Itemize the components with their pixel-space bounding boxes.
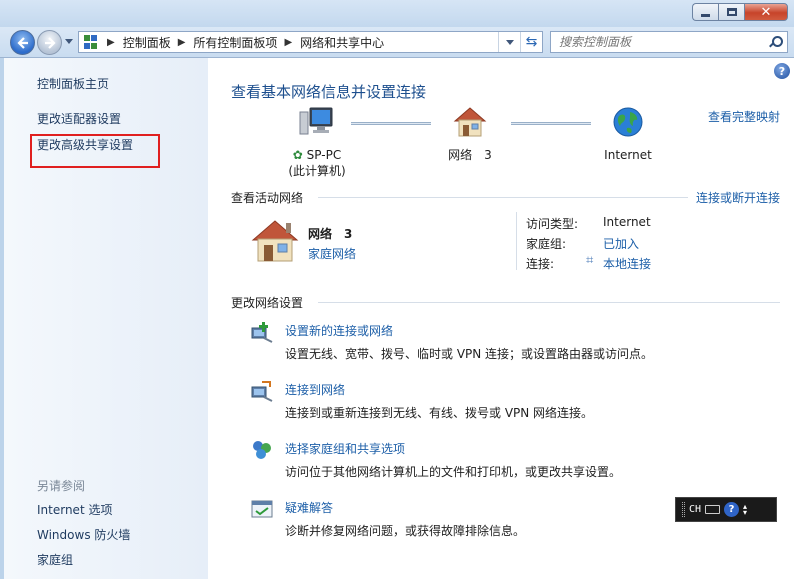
- troubleshoot-link[interactable]: 疑难解答: [285, 499, 333, 516]
- highlight-annotation: [30, 134, 160, 168]
- search-icon[interactable]: [769, 36, 783, 48]
- active-network-name: 网络 3: [308, 227, 353, 241]
- windows-firewall-link[interactable]: Windows 防火墙: [37, 526, 130, 543]
- change-adapter-settings-link[interactable]: 更改适配器设置: [37, 110, 121, 127]
- active-networks-heading: 查看活动网络: [231, 191, 304, 205]
- map-node-network: 网络 3: [430, 106, 510, 163]
- computer-icon: [299, 107, 333, 135]
- help-icon[interactable]: ?: [774, 63, 790, 79]
- computer-subtitle: (此计算机): [288, 164, 346, 178]
- title-bar: ✕: [0, 0, 794, 27]
- map-node-internet: Internet: [590, 106, 666, 163]
- keyboard-icon[interactable]: [705, 505, 721, 514]
- chevron-right-icon[interactable]: ▶: [107, 37, 115, 48]
- network-type-link[interactable]: 家庭网络: [308, 245, 356, 262]
- arrow-left-icon: [16, 36, 28, 49]
- breadcrumb-control-panel[interactable]: 控制面板: [123, 34, 171, 51]
- connection-line: [351, 122, 431, 125]
- access-type-label: 访问类型:: [526, 217, 579, 231]
- connect-disconnect-link[interactable]: 连接或断开连接: [696, 189, 780, 206]
- connect-to-network-desc: 连接到或重新连接到无线、有线、拨号或 VPN 网络连接。: [285, 406, 594, 420]
- close-button[interactable]: ✕: [744, 3, 788, 21]
- arrow-right-icon: [44, 36, 56, 49]
- see-also-heading: 另请参阅: [37, 479, 86, 493]
- network-name-map: 网络 3: [448, 148, 492, 162]
- connect-to-network-link[interactable]: 连接到网络: [285, 381, 345, 398]
- section-divider: [318, 302, 780, 303]
- refresh-button[interactable]: ⇆: [520, 32, 542, 52]
- address-toolbar: ▶ 控制面板 ▶ 所有控制面板项 ▶ 网络和共享中心 ⇆: [0, 27, 794, 58]
- chevron-right-icon[interactable]: ▶: [284, 37, 292, 48]
- minimize-button[interactable]: [692, 3, 718, 21]
- local-connection-link[interactable]: 本地连接: [603, 255, 651, 272]
- homegroup-globe-icon: ✿: [292, 148, 303, 162]
- troubleshoot-icon: [251, 500, 273, 518]
- search-box[interactable]: [550, 31, 788, 53]
- ethernet-plug-icon: ⌗: [586, 253, 594, 268]
- ime-language-indicator[interactable]: CH: [689, 504, 701, 515]
- chevron-right-icon[interactable]: ▶: [178, 37, 186, 48]
- change-settings-heading: 更改网络设置: [231, 296, 304, 310]
- breadcrumb-all-items[interactable]: 所有控制面板项: [193, 34, 277, 51]
- map-node-computer: ✿ SP-PC (此计算机): [272, 106, 362, 179]
- new-connection-icon: [251, 322, 273, 343]
- setup-connection-link[interactable]: 设置新的连接或网络: [285, 322, 393, 339]
- drag-handle-icon[interactable]: [682, 502, 685, 517]
- section-divider: [318, 197, 688, 198]
- view-full-map-link[interactable]: 查看完整映射: [708, 108, 780, 125]
- address-dropdown-button[interactable]: [498, 32, 520, 52]
- internet-label: Internet: [604, 148, 652, 162]
- control-panel-icon: [82, 33, 100, 51]
- homegroup-sharing-icon: [253, 441, 271, 459]
- globe-icon: [613, 107, 643, 137]
- back-button[interactable]: [10, 30, 35, 55]
- close-icon: ✕: [760, 4, 772, 20]
- address-bar[interactable]: ▶ 控制面板 ▶ 所有控制面板项 ▶ 网络和共享中心 ⇆: [78, 31, 543, 53]
- home-network-icon: [251, 220, 299, 262]
- maximize-button[interactable]: [718, 3, 744, 21]
- connections-label: 连接:: [526, 257, 555, 271]
- maximize-icon: [726, 8, 737, 16]
- search-input[interactable]: [559, 35, 764, 49]
- house-icon: [453, 107, 487, 137]
- vertical-divider: [516, 212, 517, 270]
- homegroup-sharing-desc: 访问位于其他网络计算机上的文件和打印机，或更改共享设置。: [285, 465, 622, 479]
- homegroup-link[interactable]: 家庭组: [37, 551, 73, 568]
- refresh-icon: ⇆: [525, 34, 538, 50]
- options-icon[interactable]: ▴ ▾: [743, 502, 747, 516]
- troubleshoot-desc: 诊断并修复网络问题，或获得故障排除信息。: [285, 524, 526, 538]
- breadcrumb-network-center[interactable]: 网络和共享中心: [300, 34, 384, 51]
- page-title: 查看基本网络信息并设置连接: [231, 83, 427, 101]
- homegroup-label: 家庭组:: [526, 237, 567, 251]
- homegroup-joined-link[interactable]: 已加入: [603, 235, 639, 252]
- access-type-value: Internet: [603, 215, 651, 229]
- window-controls: ✕: [692, 3, 788, 21]
- help-icon[interactable]: ?: [724, 502, 740, 517]
- control-panel-home-link[interactable]: 控制面板主页: [37, 75, 109, 92]
- ime-language-bar[interactable]: CH ? ▴ ▾: [675, 497, 777, 522]
- chevron-down-icon: [505, 39, 514, 45]
- forward-button[interactable]: [37, 30, 62, 55]
- recent-pages-dropdown[interactable]: [65, 39, 73, 44]
- connect-network-icon: [251, 381, 273, 402]
- homegroup-sharing-link[interactable]: 选择家庭组和共享选项: [285, 440, 405, 457]
- computer-name: SP-PC: [306, 148, 342, 162]
- internet-options-link[interactable]: Internet 选项: [37, 501, 112, 518]
- setup-connection-desc: 设置无线、宽带、拨号、临时或 VPN 连接；或设置路由器或访问点。: [285, 347, 654, 361]
- connection-line: [511, 122, 591, 125]
- minimize-icon: [701, 13, 710, 17]
